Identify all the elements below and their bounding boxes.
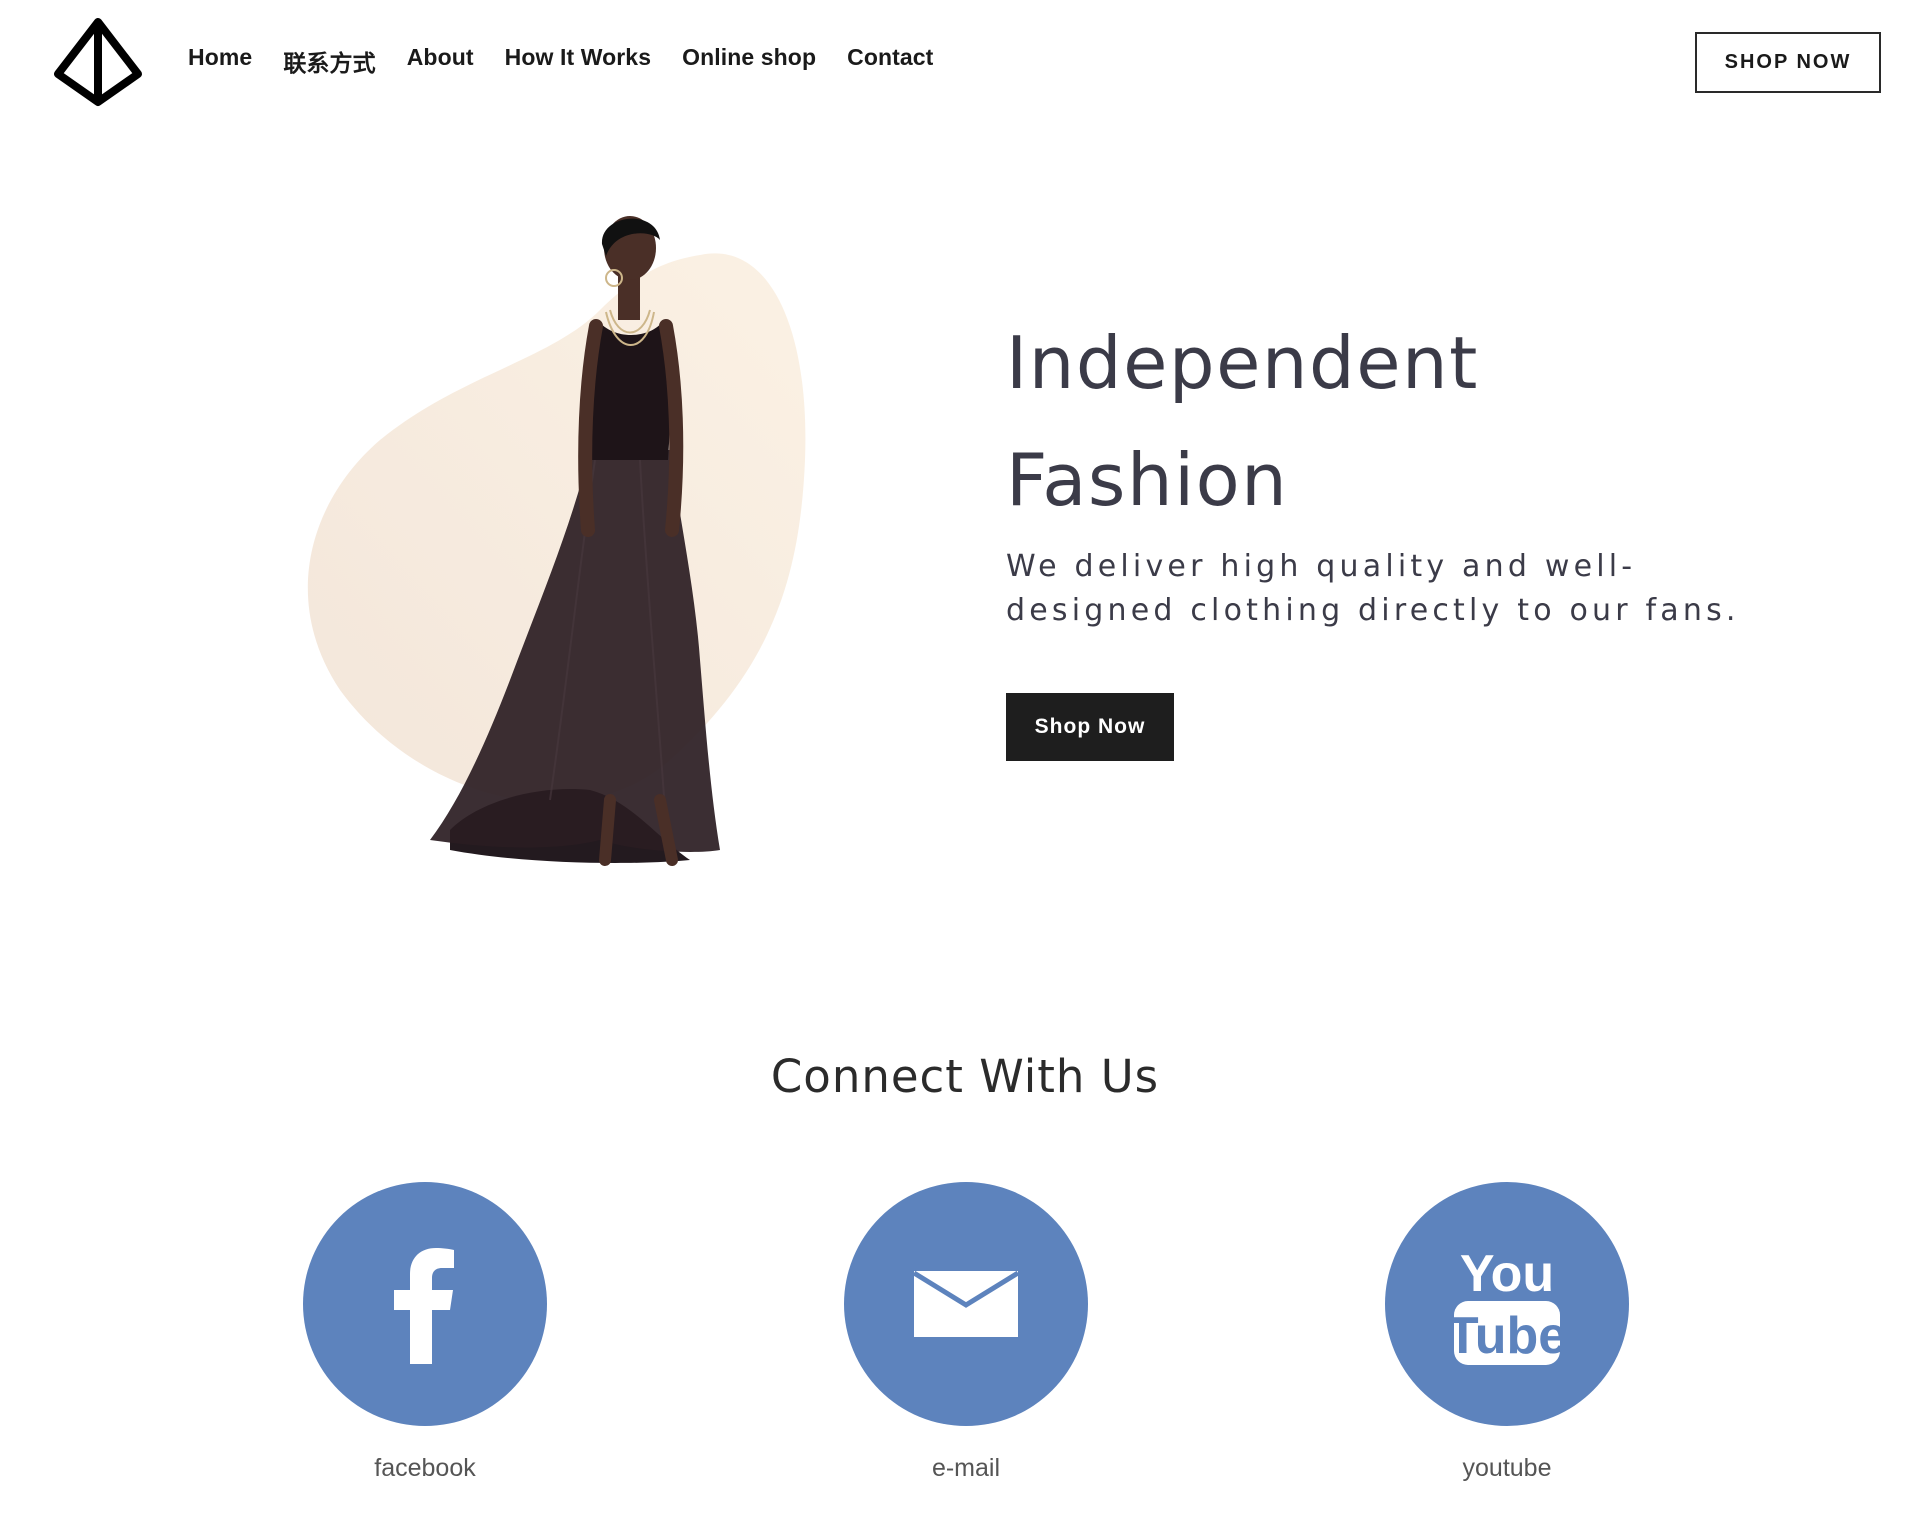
model-in-black-gown-image: [307, 216, 806, 866]
email-label: e-mail: [931, 1454, 1001, 1482]
hero-subtitle-line-1: We deliver high quality and well-: [1006, 549, 1637, 584]
facebook-button[interactable]: [303, 1182, 547, 1426]
nav-about[interactable]: About: [407, 44, 474, 78]
nav-contact[interactable]: Contact: [847, 44, 933, 78]
facebook-icon: [394, 1248, 454, 1364]
youtube-icon: You Tube: [1452, 1245, 1562, 1365]
social-facebook: facebook: [303, 1182, 547, 1483]
social-youtube: You Tube youtube: [1385, 1182, 1629, 1483]
email-icon: [914, 1271, 1018, 1337]
connect-title: Connect With Us: [770, 1050, 1160, 1103]
youtube-button[interactable]: You Tube: [1385, 1182, 1629, 1426]
hero-subtitle-line-2: designed clothing directly to our fans.: [1006, 593, 1740, 628]
svg-text:You: You: [1460, 1245, 1554, 1303]
nav-how-it-works[interactable]: How It Works: [505, 44, 651, 78]
hero-shop-now-button[interactable]: Shop Now: [1006, 693, 1174, 761]
main-nav: Home 联系方式 About How It Works Online shop…: [188, 44, 964, 78]
diamond-logo-icon[interactable]: [52, 16, 144, 108]
svg-text:Tube: Tube: [1452, 1307, 1562, 1365]
nav-online-shop[interactable]: Online shop: [682, 44, 816, 78]
email-button[interactable]: [844, 1182, 1088, 1426]
social-email: e-mail: [844, 1182, 1088, 1483]
hero-title: Independent Fashion: [1006, 305, 1806, 539]
hero-title-line-1: Independent: [1006, 321, 1479, 405]
hero-title-line-2: Fashion: [1006, 438, 1289, 522]
hero-subtitle: We deliver high quality and well- design…: [1006, 545, 1786, 633]
nav-home[interactable]: Home: [188, 44, 252, 78]
youtube-label: youtube: [1462, 1454, 1552, 1482]
site-header: Home 联系方式 About How It Works Online shop…: [0, 0, 1920, 125]
nav-contact-info[interactable]: 联系方式: [283, 44, 375, 78]
header-shop-now-button[interactable]: SHOP NOW: [1695, 32, 1881, 93]
facebook-label: facebook: [374, 1454, 476, 1482]
